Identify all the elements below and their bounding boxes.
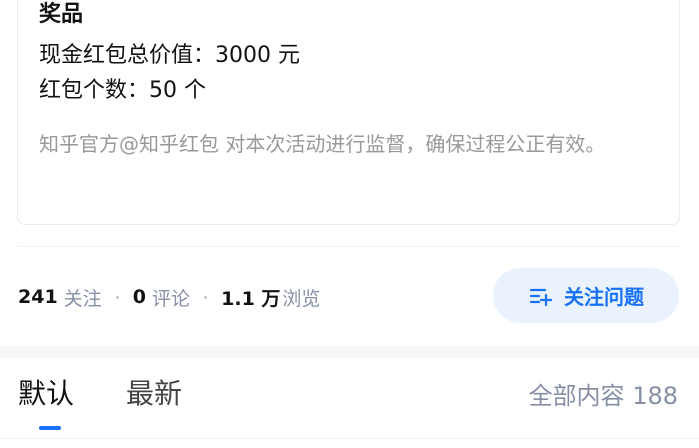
question-stats: 241 关注 · 0 评论 · 1.1 万 浏览 xyxy=(18,282,320,312)
comments-count: 0 xyxy=(132,286,147,308)
prize-card: 奖品 现金红包总价值：3000 元 红包个数：50 个 知乎官方@知乎红包 对本… xyxy=(17,0,680,225)
prize-count: 红包个数：50 个 xyxy=(39,78,206,103)
question-page: 奖品 现金红包总价值：3000 元 红包个数：50 个 知乎官方@知乎红包 对本… xyxy=(0,0,699,448)
stat-separator: · xyxy=(114,287,120,307)
stat-separator: · xyxy=(203,287,209,307)
followers-count: 241 xyxy=(18,286,58,308)
divider xyxy=(17,246,682,247)
followers-label: 关注 xyxy=(63,287,102,310)
divider xyxy=(0,438,699,439)
follow-question-label: 关注问题 xyxy=(564,285,644,309)
follow-question-button[interactable]: 关注问题 xyxy=(493,268,679,323)
section-divider xyxy=(0,346,699,358)
prize-cash-total: 现金红包总价值：3000 元 xyxy=(39,43,300,68)
tab-default[interactable]: 默认 xyxy=(18,376,74,412)
content-count: 全部内容 188 xyxy=(528,382,678,410)
active-tab-indicator xyxy=(39,426,61,430)
views-label: 浏览 xyxy=(282,287,321,310)
comments-label[interactable]: 评论 xyxy=(152,284,190,311)
follow-list-plus-icon xyxy=(529,288,552,306)
tab-latest[interactable]: 最新 xyxy=(126,376,182,412)
prize-title: 奖品 xyxy=(39,2,84,27)
views-count: 1.1 万 xyxy=(221,287,281,310)
prize-note: 知乎官方@知乎红包 对本次活动进行监督，确保过程公正有效。 xyxy=(39,132,606,156)
